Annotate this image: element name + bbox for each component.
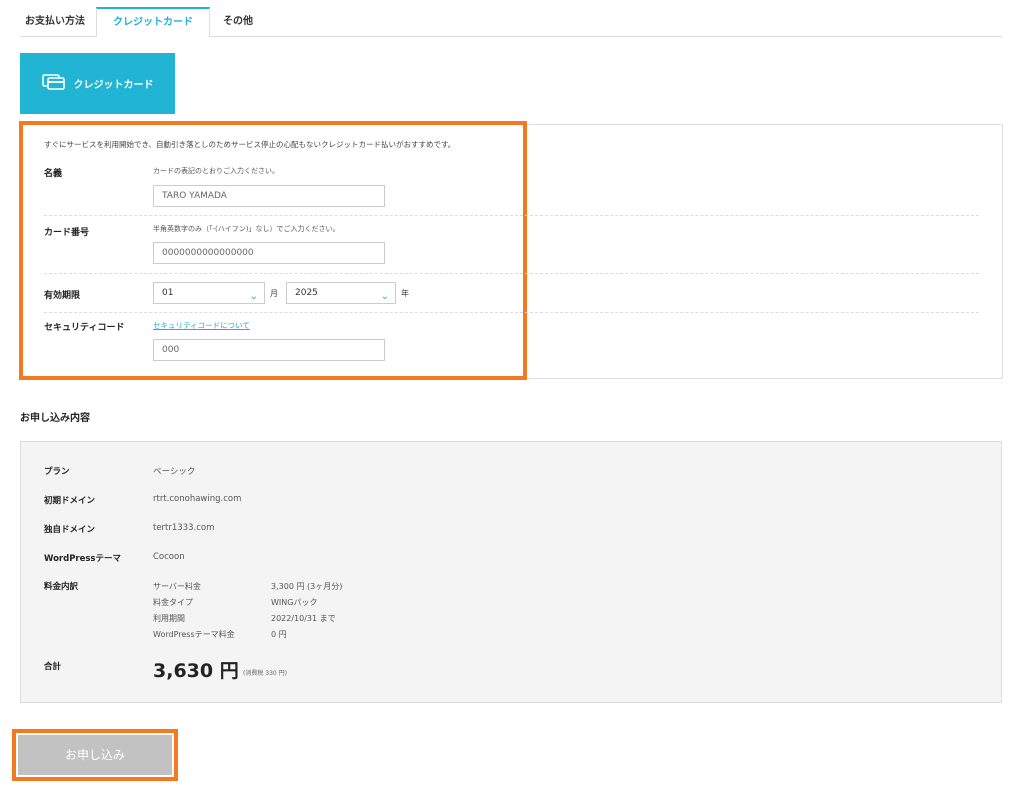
security-code-label: セキュリティコード	[44, 323, 125, 333]
chevron-down-icon: ⌄	[249, 291, 258, 302]
fee-row-value: WINGパック	[271, 598, 318, 607]
credit-card-icon	[41, 74, 74, 93]
card-number-input[interactable]: 0000000000000000	[153, 242, 385, 264]
expiry-month-value: 01	[162, 288, 174, 298]
fee-row-name: サーバー料金	[153, 582, 201, 591]
tab-other[interactable]: その他	[208, 8, 268, 36]
fees-label: 料金内訳	[44, 582, 79, 592]
expiry-month-select[interactable]: 01 ⌄	[153, 282, 265, 304]
credit-card-method-button[interactable]: クレジットカード	[20, 53, 175, 114]
month-unit: 月	[270, 289, 278, 298]
initial-domain-value: rtrt.conohawing.com	[153, 494, 242, 504]
divider	[44, 215, 979, 216]
submit-button[interactable]: お申し込み	[18, 735, 172, 775]
security-code-input[interactable]: 000	[153, 339, 385, 361]
expiry-label: 有効期限	[44, 291, 81, 301]
fee-row-value: 3,300 円 (3ヶ月分)	[271, 582, 343, 591]
initial-domain-label: 初期ドメイン	[44, 496, 96, 506]
payment-tabs: お支払い方法 クレジットカード その他	[20, 7, 1002, 37]
divider	[44, 273, 979, 274]
year-unit: 年	[401, 289, 409, 298]
card-number-label: カード番号	[44, 228, 90, 238]
name-input[interactable]: TARO YAMADA	[153, 185, 385, 207]
total-amount: 3,630 円	[153, 660, 239, 682]
fee-row-name: 利用期間	[153, 614, 185, 623]
expiry-year-value: 2025	[295, 288, 318, 298]
theme-value: Cocoon	[153, 552, 185, 562]
fee-row-name: 料金タイプ	[153, 598, 193, 607]
tax-note: (消費税 330 円)	[243, 670, 287, 677]
name-label: 名義	[44, 169, 63, 179]
expiry-year-select[interactable]: 2025 ⌄	[286, 282, 396, 304]
fee-row-name: WordPressテーマ料金	[153, 630, 235, 639]
order-summary-title: お申し込み内容	[20, 413, 90, 424]
fee-row-value: 0 円	[271, 630, 287, 639]
total-label: 合計	[44, 662, 62, 672]
form-intro: すぐにサービスを利用開始でき、自動引き落としのためサービス停止の心配もないクレジ…	[44, 140, 456, 149]
own-domain-label: 独自ドメイン	[44, 525, 96, 535]
theme-label: WordPressテーマ	[44, 554, 121, 564]
credit-card-method-label: クレジットカード	[73, 80, 154, 91]
own-domain-value: tertr1333.com	[153, 523, 215, 533]
tab-payment-method-label: お支払い方法	[25, 16, 85, 27]
chevron-down-icon: ⌄	[380, 291, 389, 302]
card-number-hint: 半角英数字のみ（「-(ハイフン)」なし）でご入力ください。	[153, 225, 340, 233]
plan-value: ベーシック	[153, 467, 196, 477]
plan-label: プラン	[44, 467, 70, 477]
name-hint: カードの表記のとおりご入力ください。	[153, 167, 279, 175]
divider	[44, 312, 979, 313]
fee-row-value: 2022/10/31 まで	[271, 614, 336, 623]
security-code-help-link[interactable]: セキュリティコードについて	[153, 320, 250, 331]
tab-credit-card[interactable]: クレジットカード	[96, 7, 210, 37]
